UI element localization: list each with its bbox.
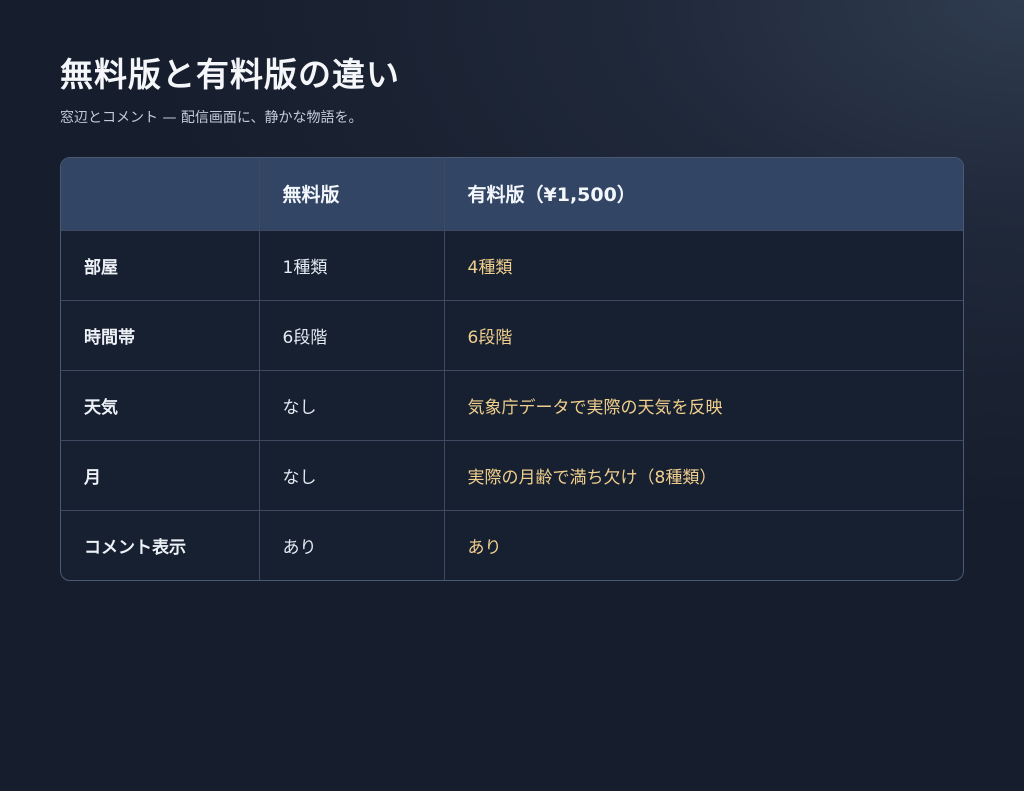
header-free: 無料版 (258, 158, 444, 230)
feature-cell: コメント表示 (84, 537, 186, 558)
free-cell: 6段階 (258, 300, 444, 370)
free-cell: 1種類 (258, 230, 444, 300)
paid-cell: 実際の月齢で満ち欠け（8種類） (443, 440, 963, 510)
paid-cell: 気象庁データで実際の天気を反映 (443, 370, 963, 440)
header-feature (61, 158, 259, 230)
comparison-page: 無料版と有料版の違い 窓辺とコメント — 配信画面に、静かな物語を。 無料版 有… (60, 52, 964, 581)
paid-cell: 4種類 (443, 230, 963, 300)
table-row: 月 なし 実際の月齢で満ち欠け（8種類） (61, 440, 963, 510)
paid-cell: 6段階 (443, 300, 963, 370)
table-row: 天気 なし 気象庁データで実際の天気を反映 (61, 370, 963, 440)
free-cell: あり (258, 510, 444, 580)
comparison-table-container: 無料版 有料版（¥1,500） 部屋 1種類 4種類 時間帯 6段階 6段階 天… (60, 157, 964, 581)
comparison-table: 無料版 有料版（¥1,500） 部屋 1種類 4種類 時間帯 6段階 6段階 天… (61, 158, 963, 580)
table-row: コメント表示 あり あり (61, 510, 963, 580)
page-subtitle: 窓辺とコメント — 配信画面に、静かな物語を。 (60, 110, 363, 126)
table-row: 部屋 1種類 4種類 (61, 230, 963, 300)
feature-cell: 部屋 (84, 257, 118, 278)
free-cell: なし (258, 440, 444, 510)
table-header-row: 無料版 有料版（¥1,500） (61, 158, 963, 230)
table-row: 時間帯 6段階 6段階 (61, 300, 963, 370)
feature-cell: 月 (84, 467, 101, 488)
feature-cell: 天気 (84, 397, 118, 418)
paid-cell: あり (443, 510, 963, 580)
feature-cell: 時間帯 (84, 327, 135, 348)
page-title: 無料版と有料版の違い (60, 55, 400, 94)
free-cell: なし (258, 370, 444, 440)
header-paid: 有料版（¥1,500） (443, 158, 963, 230)
